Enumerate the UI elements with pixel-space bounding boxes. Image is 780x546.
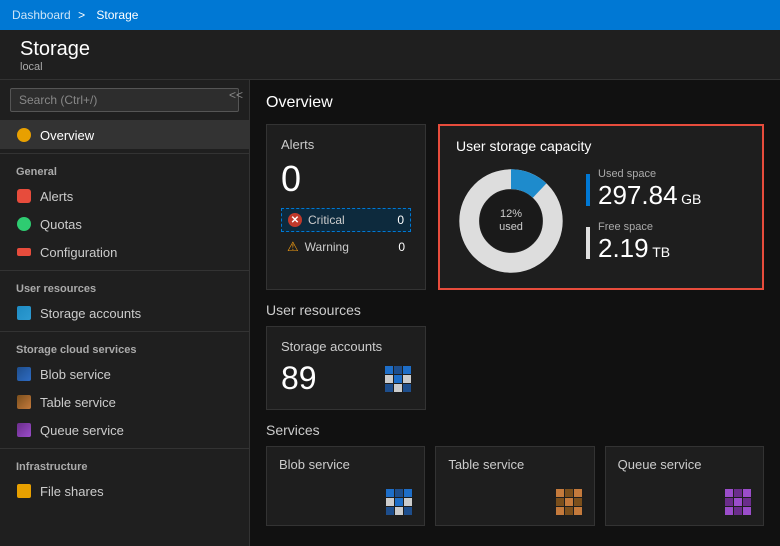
blob-icon [16, 366, 32, 382]
page-subtitle: local [20, 61, 768, 73]
sidebar-item-alerts[interactable]: Alerts [0, 182, 249, 210]
used-space-stat: Used space 297.84 GB [586, 168, 746, 211]
capacity-title: User storage capacity [456, 138, 746, 154]
sidebar-infrastructure-section: Infrastructure [0, 453, 249, 477]
alerts-card-title: Alerts [281, 137, 411, 152]
user-resources-title: User resources [266, 302, 764, 318]
sidebar-item-queue-service[interactable]: Queue service [0, 416, 249, 444]
free-space-stat: Free space 2.19 TB [586, 221, 746, 264]
services-row: Blob service Table service [266, 446, 764, 526]
blob-service-card: Blob service [266, 446, 425, 526]
main-layout: << Overview General Alerts Quotas Config… [0, 80, 780, 546]
free-bar [586, 227, 590, 259]
queue-icon [16, 422, 32, 438]
table-card-icon [556, 489, 582, 515]
used-space-value: 297.84 [598, 180, 678, 210]
table-icon-area [448, 489, 581, 515]
sidebar-config-label: Configuration [40, 245, 117, 260]
alerts-icon [16, 188, 32, 204]
sidebar-storage-cloud-section: Storage cloud services [0, 336, 249, 360]
warning-count: 0 [398, 240, 405, 254]
sidebar-user-resources-section: User resources [0, 275, 249, 299]
storage-accounts-card-title: Storage accounts [281, 339, 411, 354]
sidebar-general-section: General [0, 158, 249, 182]
sidebar-storage-accounts-label: Storage accounts [40, 306, 141, 321]
storage-accounts-card: Storage accounts 89 [266, 326, 426, 410]
used-space-info: Used space 297.84 GB [598, 168, 701, 211]
sidebar-item-blob-service[interactable]: Blob service [0, 360, 249, 388]
breadcrumb: Dashboard > Storage [12, 8, 142, 22]
overview-title: Overview [266, 94, 764, 112]
queue-service-card: Queue service [605, 446, 764, 526]
critical-alert-row: ✕ Critical 0 [281, 208, 411, 232]
breadcrumb-current: Storage [96, 8, 138, 22]
sidebar-table-label: Table service [40, 395, 116, 410]
free-space-label: Free space [598, 221, 670, 233]
search-input[interactable] [10, 88, 239, 112]
free-space-value: 2.19 [598, 233, 649, 263]
critical-label: Critical [308, 213, 391, 227]
config-icon [16, 244, 32, 260]
sidebar-alerts-label: Alerts [40, 189, 73, 204]
alerts-total: 0 [281, 158, 411, 200]
table-service-card: Table service [435, 446, 594, 526]
capacity-stats: Used space 297.84 GB Free space 2.19 [586, 168, 746, 274]
sidebar-collapse-button[interactable]: << [229, 88, 243, 102]
alerts-card: Alerts 0 ✕ Critical 0 ⚠ Warning 0 [266, 124, 426, 290]
queue-icon-area [618, 489, 751, 515]
sidebar: << Overview General Alerts Quotas Config… [0, 80, 250, 546]
services-title: Services [266, 422, 764, 438]
breadcrumb-separator: > [78, 8, 85, 22]
storage-accounts-icon [16, 305, 32, 321]
sidebar-quotas-label: Quotas [40, 217, 82, 232]
critical-icon: ✕ [288, 213, 302, 227]
quotas-icon [16, 216, 32, 232]
free-space-unit: TB [652, 244, 670, 260]
donut-percent: 12% [499, 208, 523, 221]
table-icon [16, 394, 32, 410]
capacity-card: User storage capacity [438, 124, 764, 290]
sidebar-overview-label: Overview [40, 128, 94, 143]
sidebar-fileshare-label: File shares [40, 484, 104, 499]
sidebar-blob-label: Blob service [40, 367, 111, 382]
sidebar-item-configuration[interactable]: Configuration [0, 238, 249, 266]
warning-icon: ⚠ [287, 239, 299, 255]
queue-card-icon [725, 489, 751, 515]
services-section: Services Blob service [266, 422, 764, 526]
breadcrumb-home[interactable]: Dashboard [12, 8, 71, 22]
content-area: Overview Alerts 0 ✕ Critical 0 ⚠ Warning… [250, 80, 780, 546]
user-resources-row: User resources Storage accounts 89 [266, 302, 764, 410]
used-space-label: Used space [598, 168, 701, 180]
warning-label: Warning [305, 240, 393, 254]
fileshare-icon [16, 483, 32, 499]
search-box [0, 80, 249, 121]
donut-chart: 12% used [456, 166, 566, 276]
sidebar-item-quotas[interactable]: Quotas [0, 210, 249, 238]
sidebar-item-overview[interactable]: Overview [0, 121, 249, 149]
used-space-unit: GB [681, 191, 701, 207]
overview-icon [16, 127, 32, 143]
topbar: Dashboard > Storage [0, 0, 780, 30]
donut-center: 12% used [499, 208, 523, 234]
storage-accounts-card-icon [385, 366, 411, 392]
blob-service-title: Blob service [279, 457, 412, 472]
overview-row: Alerts 0 ✕ Critical 0 ⚠ Warning 0 User s… [266, 124, 764, 290]
page-header: Storage local [0, 30, 780, 80]
warning-alert-row: ⚠ Warning 0 [281, 235, 411, 259]
blob-card-icon [386, 489, 412, 515]
page-title: Storage [20, 38, 768, 61]
donut-used-label: used [499, 221, 523, 234]
blob-icon-area [279, 489, 412, 515]
sidebar-item-storage-accounts[interactable]: Storage accounts [0, 299, 249, 327]
table-service-title: Table service [448, 457, 581, 472]
storage-accounts-count: 89 [281, 360, 317, 397]
free-space-info: Free space 2.19 TB [598, 221, 670, 264]
used-bar [586, 174, 590, 206]
sidebar-item-table-service[interactable]: Table service [0, 388, 249, 416]
sidebar-item-file-shares[interactable]: File shares [0, 477, 249, 505]
sidebar-queue-label: Queue service [40, 423, 124, 438]
critical-count: 0 [397, 213, 404, 227]
queue-service-title: Queue service [618, 457, 751, 472]
storage-accounts-count-row: 89 [281, 360, 411, 397]
